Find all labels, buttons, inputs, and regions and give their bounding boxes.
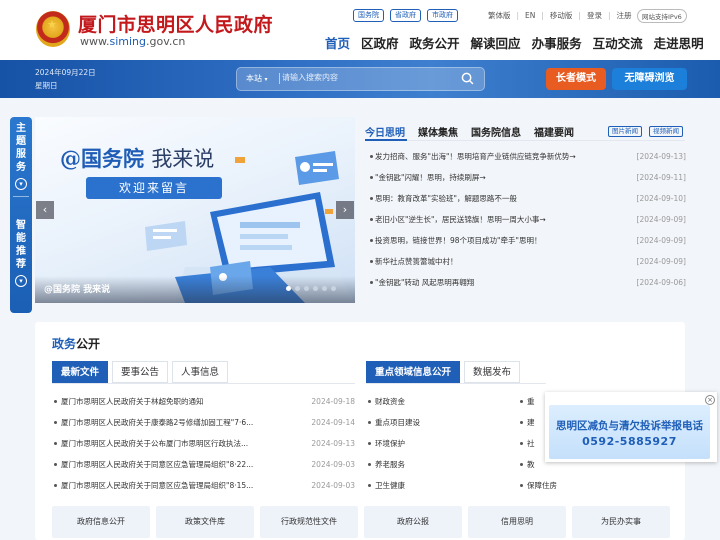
- search-input[interactable]: [282, 73, 452, 82]
- news-item[interactable]: "金钥匙"闪耀！思明，持续刷屏→ [2024-09-11]: [370, 169, 686, 190]
- nav-home[interactable]: 首页: [325, 33, 350, 52]
- ipv6-badge: 网站支持IPv6: [637, 9, 687, 23]
- file-tabs: 最新文件 要事公告 人事信息: [52, 361, 229, 383]
- current-date: 2024年09月22日 星期日: [35, 68, 96, 90]
- file-row[interactable]: 厦门市思明区人民政府关于康泰路2号修缮加固工程"7·6... 2024-09-14: [54, 414, 355, 435]
- nav-district-gov[interactable]: 区政府: [361, 33, 399, 52]
- national-emblem-icon: [36, 11, 70, 47]
- link-register[interactable]: 注册: [616, 10, 631, 21]
- area-item[interactable]: 财政资金: [368, 393, 508, 414]
- slide-headline: @国务院 我来说: [60, 146, 215, 171]
- slider-dot[interactable]: [295, 286, 300, 291]
- slider-prev-icon[interactable]: ‹: [36, 201, 54, 219]
- news-item[interactable]: 投资思明，链接世界！98个项目成功"牵手"思明！ [2024-09-09]: [370, 232, 686, 253]
- section-title: 政务公开: [52, 337, 101, 351]
- photo-news-tag[interactable]: 图片新闻: [608, 126, 642, 137]
- tab-today-siming[interactable]: 今日思明: [365, 124, 405, 139]
- news-tabs: 今日思明 媒体集焦 国务院信息 福建要闻: [365, 124, 574, 139]
- tab-announcements[interactable]: 要事公告: [112, 361, 169, 383]
- quick-link-credit[interactable]: 信用思明: [468, 506, 566, 538]
- area-item[interactable]: 环境保护: [368, 435, 508, 456]
- news-item[interactable]: 新华社点赞篑簹城中村！ [2024-09-09]: [370, 253, 686, 274]
- file-row[interactable]: 厦门市思明区人民政府关于同意区应急管理局组织"8·15... 2024-09-03: [54, 477, 355, 498]
- slider-dot[interactable]: [322, 286, 327, 291]
- close-icon[interactable]: ×: [705, 395, 715, 405]
- site-title[interactable]: 厦门市思明区人民政府: [78, 10, 273, 37]
- search-scope-select[interactable]: 本站 ▾: [246, 73, 268, 84]
- elder-mode-button[interactable]: 长者模式: [546, 68, 606, 90]
- nav-services[interactable]: 办事服务: [532, 33, 582, 52]
- slide-caption[interactable]: @国务院 我来说: [44, 282, 110, 295]
- link-mobile[interactable]: 移动版: [550, 10, 573, 21]
- link-traditional[interactable]: 繁体版: [488, 10, 511, 21]
- tab-data-release[interactable]: 数据发布: [464, 361, 521, 383]
- key-area-list: 财政资金 重点项目建设 环境保护 养老服务 卫生健康: [368, 393, 508, 498]
- quick-link-normative-files[interactable]: 行政规范性文件: [260, 506, 358, 538]
- slider-dot[interactable]: [286, 286, 291, 291]
- nav-interpretation[interactable]: 解读回应: [471, 33, 521, 52]
- tab-personnel[interactable]: 人事信息: [172, 361, 229, 383]
- top-links: 国务院 省政府 市政府 繁体版 | EN | 移动版 | 登录 | 注册: [353, 9, 631, 22]
- tab-divider: [52, 383, 355, 384]
- area-item[interactable]: 保障住房: [520, 477, 590, 498]
- slider-dot[interactable]: [313, 286, 318, 291]
- area-item[interactable]: 重点项目建设: [368, 414, 508, 435]
- slider-dot[interactable]: [331, 286, 336, 291]
- slider-dot[interactable]: [304, 286, 309, 291]
- area-tabs: 重点领域信息公开 数据发布: [366, 361, 521, 383]
- nav-about[interactable]: 走进思明: [654, 33, 704, 52]
- news-item[interactable]: "金钥匙"转动 风起思明再翱翔 [2024-09-06]: [370, 274, 686, 295]
- tab-divider: [365, 140, 685, 141]
- search-icon[interactable]: [461, 72, 474, 85]
- chevron-down-icon[interactable]: ▾: [15, 275, 27, 287]
- accessible-browse-button[interactable]: 无障碍浏览: [612, 68, 687, 90]
- quick-links: 政府信息公开 政策文件库 行政规范性文件 政府公报 信用思明 为民办实事: [52, 506, 670, 538]
- quick-link-gazette[interactable]: 政府公报: [364, 506, 462, 538]
- topic-service-tab[interactable]: 主题服务: [14, 122, 28, 174]
- tab-latest-files[interactable]: 最新文件: [52, 361, 109, 383]
- sidebar-divider: [13, 196, 29, 197]
- tab-fujian-news[interactable]: 福建要闻: [534, 124, 574, 139]
- active-tab-indicator: [365, 139, 407, 141]
- news-item[interactable]: 老旧小区"逆生长"，居民送锦旗！思明一周大小事→ [2024-09-09]: [370, 211, 686, 232]
- nav-gov-affairs[interactable]: 政务公开: [410, 33, 460, 52]
- quick-link-practical[interactable]: 为民办实事: [572, 506, 670, 538]
- link-city-gov[interactable]: 市政府: [427, 9, 458, 22]
- tab-key-areas[interactable]: 重点领域信息公开: [366, 361, 461, 383]
- slide-subtitle: 欢迎来留言: [86, 177, 222, 199]
- news-item[interactable]: 发力招商、服务"出海"！思明培育产业链供应链竞争新优势→ [2024-09-13]: [370, 148, 686, 169]
- popup-phone: 0592-5885927: [582, 435, 677, 448]
- quick-link-gov-info[interactable]: 政府信息公开: [52, 506, 150, 538]
- area-item[interactable]: 卫生健康: [368, 477, 508, 498]
- news-item[interactable]: 思明：教育改革"实验班"，解题思路不一般 [2024-09-10]: [370, 190, 686, 211]
- area-item[interactable]: 养老服务: [368, 456, 508, 477]
- chevron-down-icon[interactable]: ▾: [15, 178, 27, 190]
- nav-interaction[interactable]: 互动交流: [593, 33, 643, 52]
- search-divider: [279, 73, 280, 84]
- link-state-council[interactable]: 国务院: [353, 9, 384, 22]
- main-nav: 首页 区政府 政务公开 解读回应 办事服务 互动交流 走进思明: [325, 33, 704, 52]
- file-row[interactable]: 厦门市思明区人民政府关于公布厦门市思明区行政执法... 2024-09-13: [54, 435, 355, 456]
- smart-recommend-tab[interactable]: 智能推荐: [14, 219, 28, 271]
- news-list: 发力招商、服务"出海"！思明培育产业链供应链竞争新优势→ [2024-09-13]…: [370, 148, 686, 295]
- file-list: 厦门市思明区人民政府关于林超免职的通知 2024-09-18 厦门市思明区人民政府…: [54, 393, 355, 498]
- slider-next-icon[interactable]: ›: [336, 201, 354, 219]
- tab-state-council[interactable]: 国务院信息: [471, 124, 521, 139]
- site-domain: www.siming.gov.cn: [80, 35, 186, 48]
- slider-dots: [286, 286, 336, 291]
- popup-title: 思明区减负与清欠投诉举报电话: [556, 420, 703, 432]
- video-news-tag[interactable]: 视频新闻: [649, 126, 683, 137]
- link-english[interactable]: EN: [525, 11, 535, 20]
- file-row[interactable]: 厦门市思明区人民政府关于林超免职的通知 2024-09-18: [54, 393, 355, 414]
- file-row[interactable]: 厦门市思明区人民政府关于同意区应急管理局组织"8·22... 2024-09-03: [54, 456, 355, 477]
- quick-link-policy-files[interactable]: 政策文件库: [156, 506, 254, 538]
- link-login[interactable]: 登录: [587, 10, 602, 21]
- tab-divider: [366, 383, 546, 384]
- link-province-gov[interactable]: 省政府: [390, 9, 421, 22]
- tab-media-focus[interactable]: 媒体集焦: [418, 124, 458, 139]
